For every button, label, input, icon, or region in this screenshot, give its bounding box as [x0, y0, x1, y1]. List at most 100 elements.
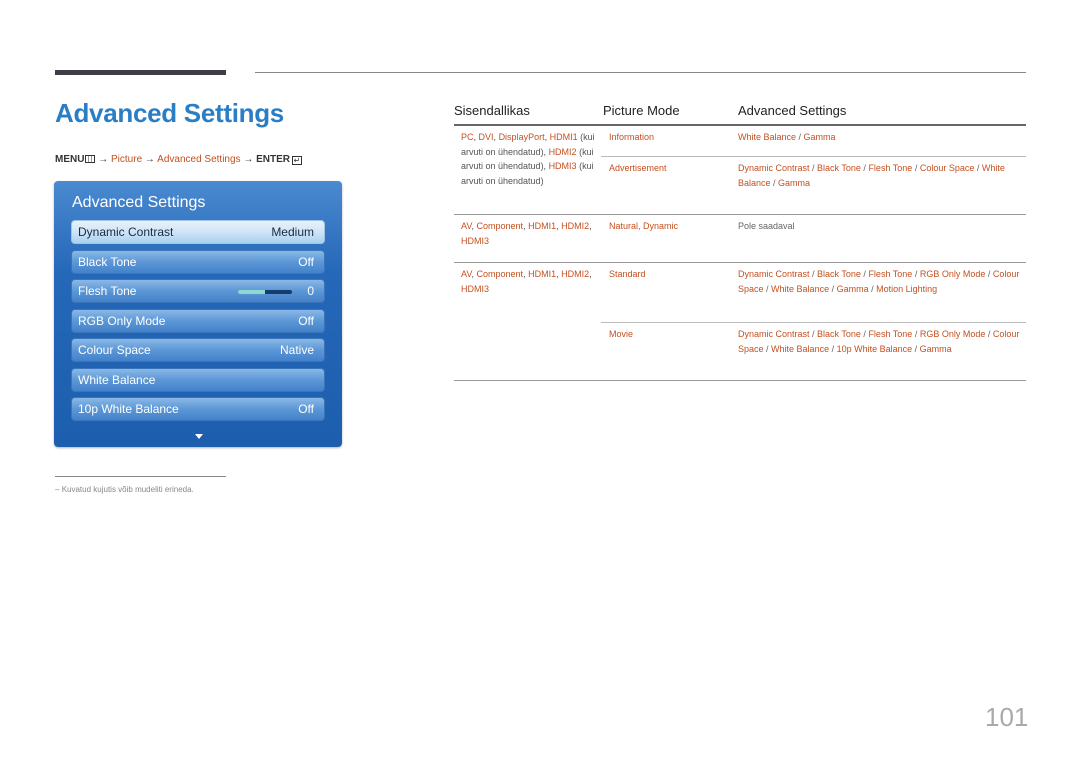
- osd-item-label: RGB Only Mode: [78, 313, 166, 328]
- slider-fill: [238, 290, 265, 294]
- picture-mode-cell: Natural, Dynamic: [609, 221, 679, 231]
- source-cell: AV, Component, HDMI1, HDMI2, HDMI3: [454, 215, 601, 262]
- setting-name: Gamma: [919, 343, 952, 354]
- table-header: Sisendallikas Picture Mode Advanced Sett…: [454, 96, 1026, 126]
- source-name: HDMI2: [561, 269, 590, 279]
- osd-item-label: White Balance: [78, 372, 156, 387]
- separator: /: [809, 329, 818, 339]
- osd-item-label: 10p White Balance: [78, 402, 179, 416]
- osd-item-white-balance[interactable]: White Balance: [71, 367, 325, 392]
- separator: /: [985, 269, 993, 279]
- source-name: HDMI3: [461, 235, 490, 246]
- header-rule-thin: [255, 72, 1026, 73]
- scroll-down-arrow-icon[interactable]: [195, 434, 203, 439]
- separator: /: [912, 329, 920, 339]
- source-note: ,: [589, 221, 592, 231]
- source-name: Component: [476, 221, 524, 231]
- setting-name: White Balance: [771, 283, 830, 294]
- setting-name: White Balance: [738, 132, 797, 142]
- menu-icon: [85, 155, 96, 163]
- separator: /: [985, 329, 993, 339]
- osd-item-label: Dynamic Contrast: [78, 225, 174, 239]
- separator: /: [796, 132, 804, 142]
- source-name: HDMI3: [461, 283, 490, 294]
- breadcrumb-menu: MENU: [55, 154, 85, 165]
- source-name: AV: [461, 221, 472, 231]
- breadcrumb-arrow: →: [98, 154, 109, 165]
- osd-item-colour-space[interactable]: Colour Space Native: [71, 338, 325, 362]
- breadcrumb-enter: ENTER: [256, 154, 291, 165]
- header-advanced-settings: Advanced Settings: [738, 102, 847, 118]
- picture-mode-cell: Standard: [609, 269, 646, 279]
- separator: /: [763, 283, 772, 294]
- osd-menu-panel: Advanced Settings Dynamic Contrast Medium…: [54, 181, 342, 447]
- advanced-settings-cell: Dynamic Contrast / Black Tone / Flesh To…: [738, 263, 1026, 322]
- setting-name: Black Tone: [817, 163, 861, 173]
- header-rule-thick: [55, 70, 226, 75]
- source-name: PC: [461, 132, 474, 142]
- mode-row: Natural, Dynamic Pole saadaval: [601, 215, 1026, 259]
- breadcrumb: MENU → Picture → Advanced Settings → ENT…: [55, 154, 303, 165]
- osd-item-value: Off: [298, 313, 314, 328]
- osd-item-label: Colour Space: [78, 343, 151, 357]
- source-note: ,: [589, 269, 592, 279]
- separator: /: [912, 269, 920, 279]
- source-cell: AV, Component, HDMI1, HDMI2, HDMI3: [454, 263, 601, 380]
- advanced-settings-cell: White Balance / Gamma: [738, 126, 1026, 156]
- mode-row: Standard Dynamic Contrast / Black Tone / …: [601, 263, 1026, 322]
- osd-title: Advanced Settings: [72, 194, 206, 211]
- mode-row: Movie Dynamic Contrast / Black Tone / Fle…: [601, 322, 1026, 380]
- footnote: – Kuvatud kujutis võib mudeliti erineda.: [55, 485, 194, 494]
- table-row: AV, Component, HDMI1, HDMI2, HDMI3 Natura…: [454, 215, 1026, 263]
- header-source: Sisendallikas: [454, 102, 530, 118]
- breadcrumb-advanced-settings: Advanced Settings: [157, 154, 241, 165]
- setting-name: Flesh Tone: [868, 329, 913, 339]
- source-name: HDMI2: [561, 221, 590, 231]
- osd-item-rgb-only-mode[interactable]: RGB Only Mode Off: [71, 308, 325, 333]
- picture-mode-cell: Movie: [609, 329, 634, 339]
- picture-mode-cell: Advertisement: [609, 163, 667, 173]
- setting-name: RGB Only Mode: [919, 329, 986, 339]
- setting-name: Flesh Tone: [868, 163, 913, 173]
- advanced-settings-cell: Dynamic Contrast / Black Tone / Flesh To…: [738, 323, 1026, 380]
- header-picture-mode: Picture Mode: [603, 102, 680, 118]
- mode-row: Information White Balance / Gamma: [601, 126, 1026, 156]
- advanced-settings-cell: Dynamic Contrast / Black Tone / Flesh To…: [738, 157, 1026, 214]
- separator: /: [770, 177, 779, 188]
- separator: /: [974, 163, 982, 173]
- osd-item-label: Flesh Tone: [78, 284, 137, 298]
- osd-item-value: Off: [298, 402, 314, 416]
- picture-mode-cell: Information: [609, 132, 655, 142]
- source-name: HDMI1: [528, 269, 557, 279]
- setting-name: Dynamic Contrast: [738, 269, 810, 279]
- osd-item-flesh-tone[interactable]: Flesh Tone 0: [71, 279, 325, 303]
- source-name: Component: [476, 269, 524, 279]
- flesh-tone-slider[interactable]: [238, 290, 292, 294]
- osd-item-dynamic-contrast[interactable]: Dynamic Contrast Medium: [71, 220, 325, 244]
- separator: /: [809, 269, 818, 279]
- osd-item-value: Off: [298, 254, 314, 269]
- osd-item-label: Black Tone: [78, 254, 137, 269]
- setting-name: Gamma: [778, 177, 811, 188]
- setting-name: RGB Only Mode: [919, 269, 986, 279]
- source-name: HDMI3: [548, 161, 577, 171]
- source-cell: PC, DVI, DisplayPort, HDMI1 (kui arvuti …: [454, 126, 601, 214]
- page-title: Advanced Settings: [55, 98, 284, 128]
- setting-name: 10p White Balance: [836, 343, 913, 354]
- separator: /: [829, 283, 837, 294]
- osd-item-10p-white-balance[interactable]: 10p White Balance Off: [71, 397, 325, 421]
- table-row: AV, Component, HDMI1, HDMI2, HDMI3 Standa…: [454, 263, 1026, 381]
- enter-icon: ↵: [292, 156, 303, 165]
- setting-name: Black Tone: [817, 269, 861, 279]
- setting-name: Gamma: [803, 132, 836, 142]
- settings-table: Sisendallikas Picture Mode Advanced Sett…: [454, 96, 1026, 381]
- setting-name: Black Tone: [817, 329, 861, 339]
- footnote-dash: –: [55, 485, 60, 494]
- footnote-text: Kuvatud kujutis võib mudeliti erineda.: [61, 485, 194, 494]
- osd-item-black-tone[interactable]: Black Tone Off: [71, 249, 325, 274]
- source-name: DisplayPort: [498, 132, 545, 142]
- mode-row: Advertisement Dynamic Contrast / Black To…: [601, 156, 1026, 214]
- source-name: HDMI1: [549, 132, 578, 142]
- separator: /: [912, 163, 920, 173]
- separator: /: [763, 343, 772, 354]
